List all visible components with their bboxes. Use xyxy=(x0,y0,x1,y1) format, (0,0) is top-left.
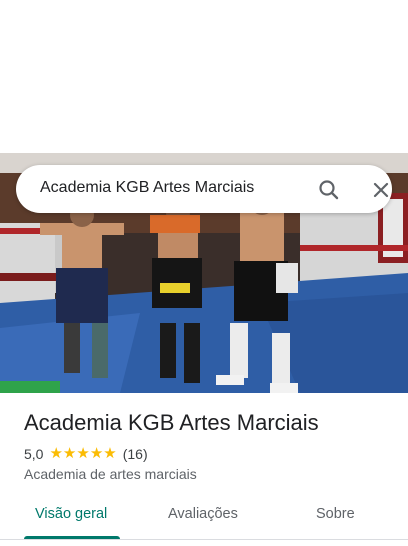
close-icon[interactable] xyxy=(368,177,394,203)
tab-overview[interactable]: Visão geral xyxy=(35,506,107,522)
star-icon: ★ xyxy=(103,445,117,462)
search-icon[interactable] xyxy=(316,177,342,203)
star-icon: ★ xyxy=(49,445,63,462)
place-category[interactable]: Academia de artes marciais xyxy=(24,466,197,482)
place-tabs: Visão geral Avaliações Sobre xyxy=(0,494,408,540)
tab-about[interactable]: Sobre xyxy=(316,506,355,522)
star-icon: ★ xyxy=(89,445,104,462)
search-bar[interactable]: Academia KGB Artes Marciais xyxy=(16,165,392,213)
star-icon: ★ xyxy=(76,445,90,462)
active-tab-indicator xyxy=(24,536,120,539)
map-blank-area xyxy=(0,0,408,153)
search-query-text[interactable]: Academia KGB Artes Marciais xyxy=(40,179,254,197)
rating-value: 5,0 xyxy=(24,446,44,462)
review-count[interactable]: (16) xyxy=(123,446,148,462)
star-rating: ★ ★ ★ ★ ★ xyxy=(49,446,116,462)
star-icon: ★ xyxy=(62,445,77,462)
tab-reviews[interactable]: Avaliações xyxy=(168,506,238,522)
rating-row[interactable]: 5,0 ★ ★ ★ ★ ★ (16) xyxy=(24,445,148,463)
place-title: Academia KGB Artes Marciais xyxy=(24,410,319,435)
